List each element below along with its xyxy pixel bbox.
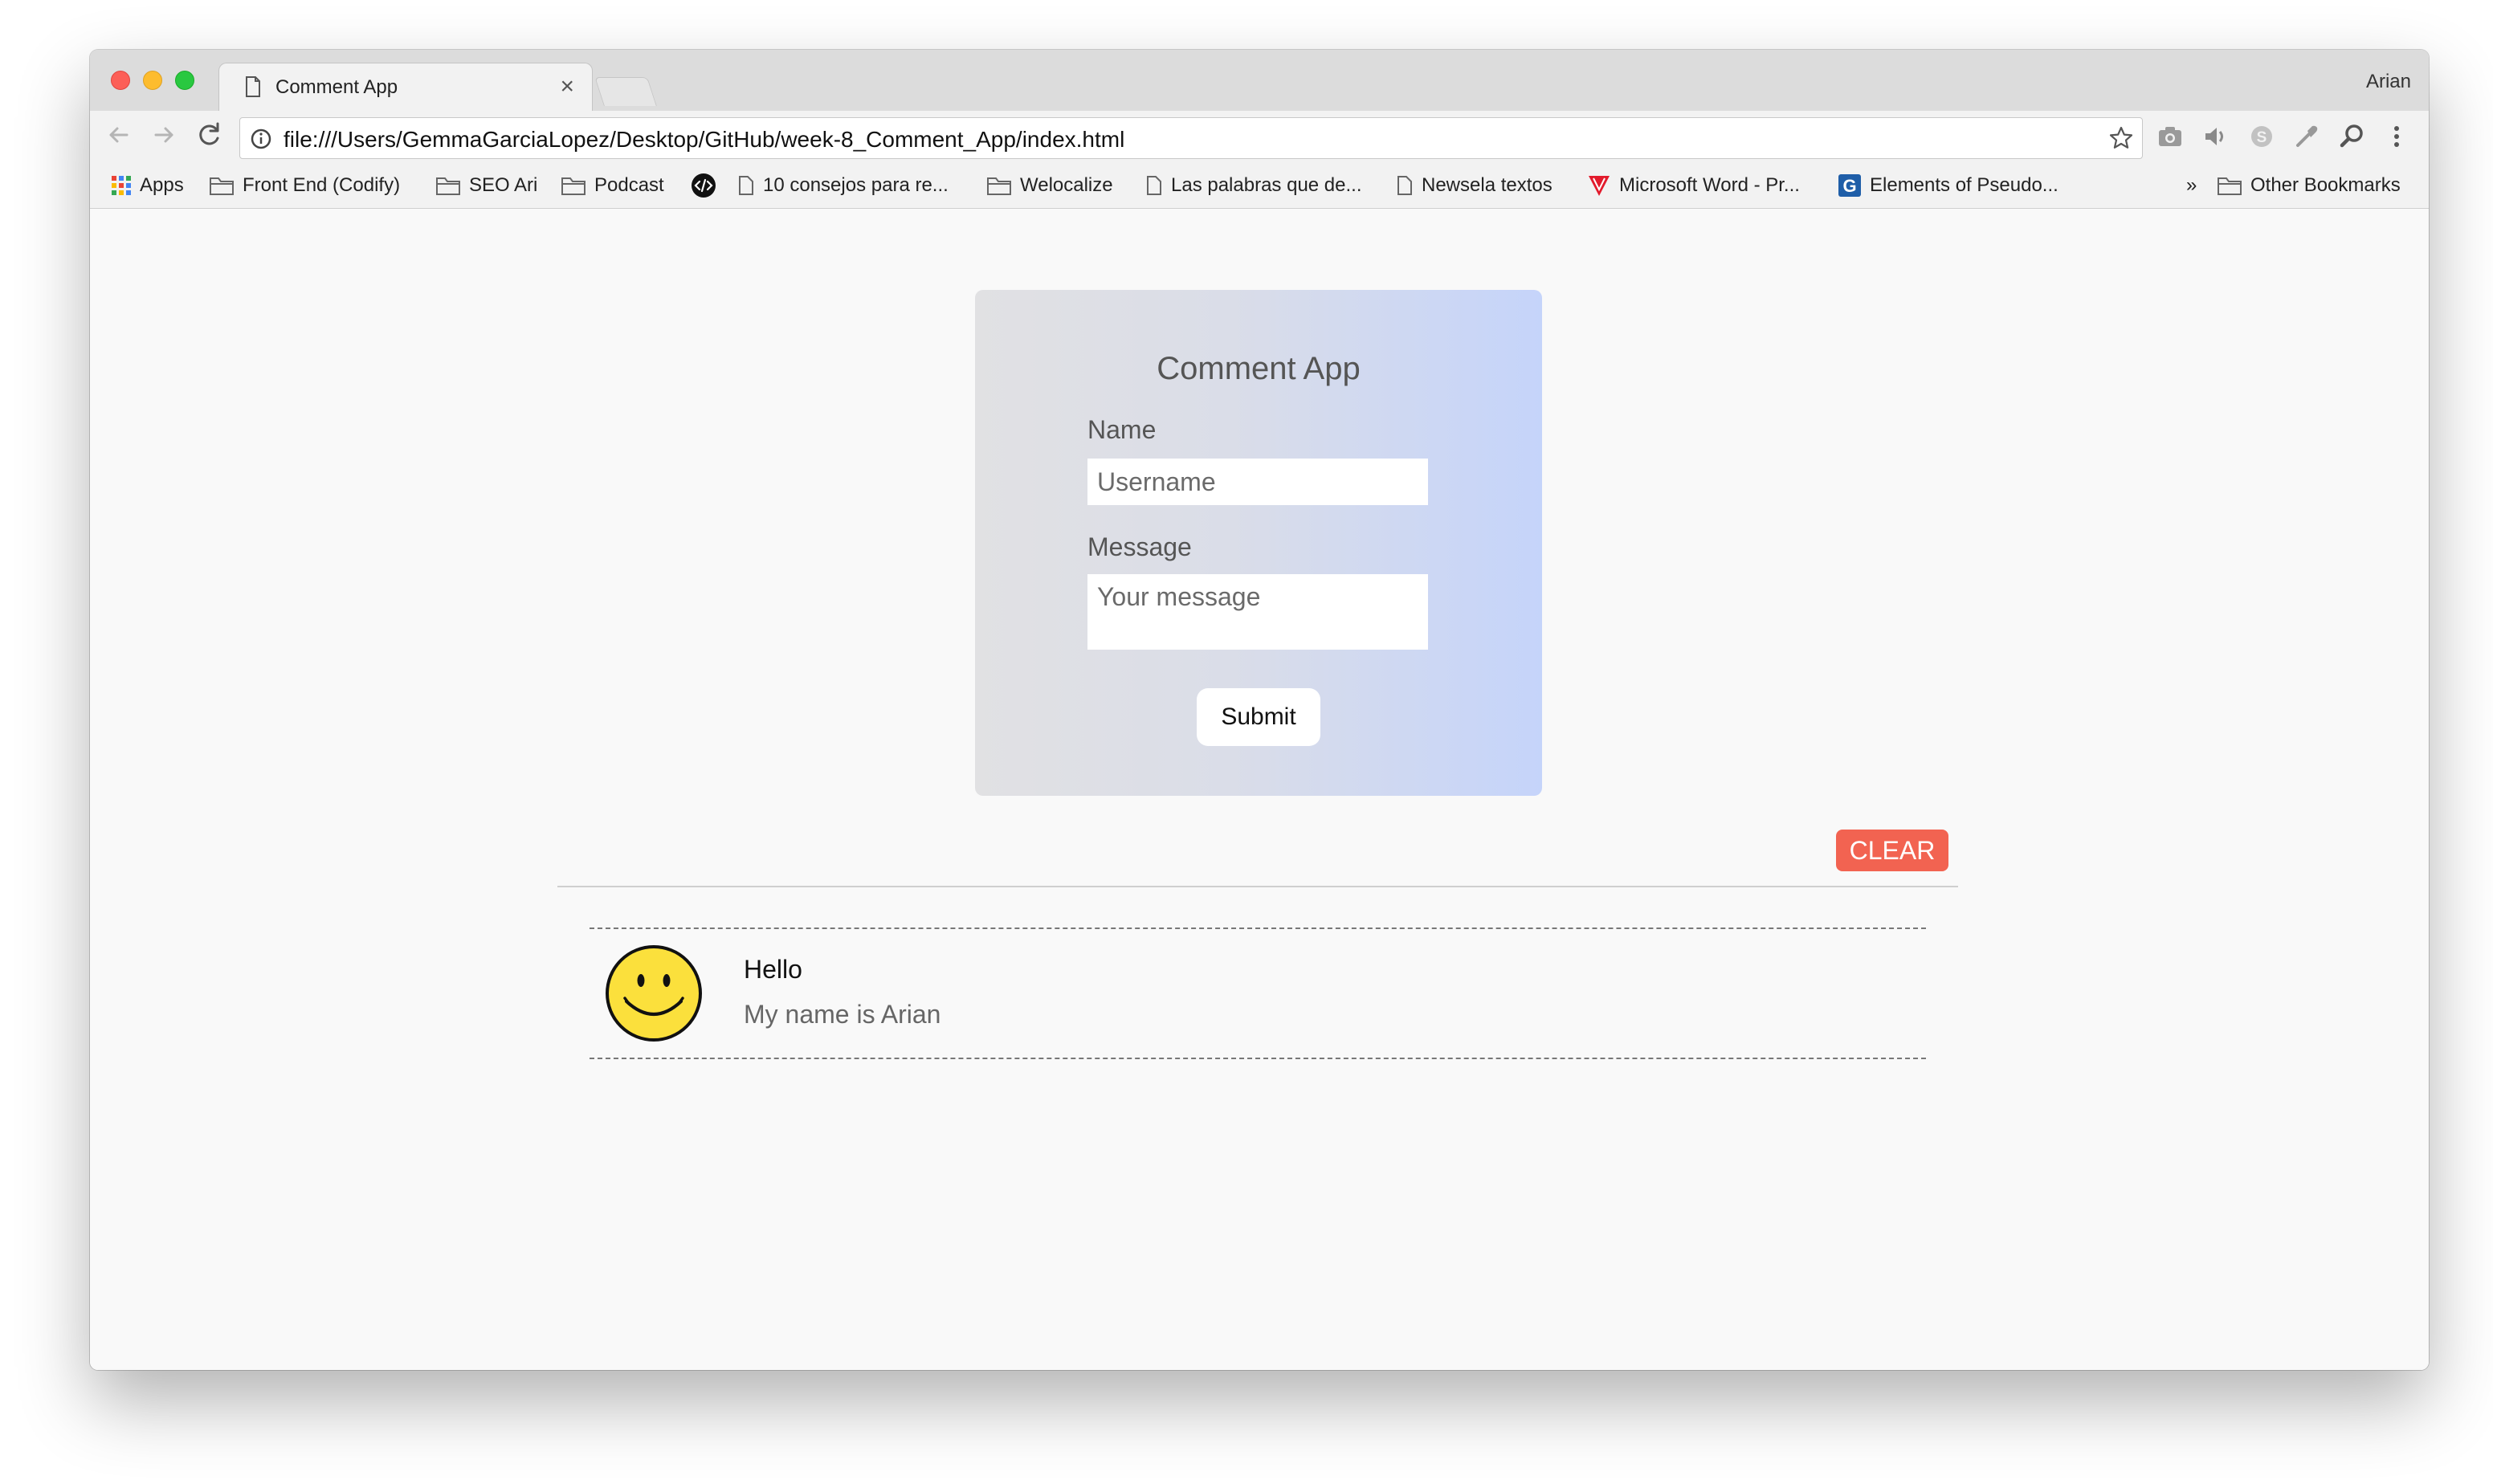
eyedropper-icon[interactable] <box>2291 120 2323 153</box>
page-icon <box>1397 176 1412 195</box>
folder-icon <box>436 177 460 195</box>
bookmark-other-bookmarks[interactable]: Other Bookmarks <box>2217 173 2401 198</box>
browser-toolbar: file:///Users/GemmaGarciaLopez/Desktop/G… <box>90 111 2429 162</box>
name-label: Name <box>1087 415 1157 444</box>
page-icon <box>246 76 260 97</box>
magnifier-icon[interactable] <box>2336 120 2368 153</box>
bookmark-code[interactable] <box>691 173 716 198</box>
smiley-face-icon <box>606 945 702 1042</box>
close-window-button[interactable] <box>111 71 130 90</box>
page-icon <box>739 176 753 195</box>
profile-name[interactable]: Arian <box>2366 71 2411 93</box>
minimize-window-button[interactable] <box>143 71 162 90</box>
folder-icon <box>210 177 234 195</box>
comment-body: My name is Arian <box>744 1000 941 1029</box>
comment-title: Hello <box>744 955 802 984</box>
browser-window: Comment App × Arian file:///Users/GemmaG… <box>90 50 2429 1370</box>
submit-button[interactable]: Submit <box>1197 688 1320 746</box>
tab-strip: Comment App × Arian <box>90 50 2429 112</box>
zoom-window-button[interactable] <box>175 71 194 90</box>
form-title: Comment App <box>1157 351 1361 386</box>
vivaldi-icon <box>1589 176 1610 196</box>
forward-arrow-icon[interactable] <box>148 119 180 151</box>
reload-icon[interactable] <box>193 119 225 151</box>
bookmark-las-palabras[interactable]: Las palabras que de... <box>1145 173 1362 198</box>
bookmark-seo-ari[interactable]: SEO Ari <box>435 173 537 198</box>
tab-comment-app[interactable]: Comment App × <box>218 63 593 112</box>
bookmark-podcast[interactable]: Podcast <box>561 173 664 198</box>
info-icon[interactable] <box>250 128 272 150</box>
message-label: Message <box>1087 532 1192 561</box>
bookmark-elements-of-pseudo[interactable]: G Elements of Pseudo... <box>1838 173 2058 198</box>
page-icon <box>1147 176 1161 195</box>
comment-form-card: Comment App Name Message Submit <box>975 290 1542 796</box>
new-tab-button[interactable] <box>594 77 657 106</box>
code-icon <box>692 173 716 198</box>
folder-icon <box>561 177 586 195</box>
skype-icon[interactable]: S <box>2246 120 2278 153</box>
divider <box>557 886 1958 887</box>
menu-dots-icon[interactable] <box>2381 120 2413 153</box>
folder-icon <box>987 177 1011 195</box>
bookmark-microsoft-word[interactable]: Microsoft Word - Pr... <box>1587 173 1800 198</box>
svg-text:G: G <box>1842 176 1856 196</box>
bookmarks-overflow-chevron[interactable]: » <box>2186 173 2197 198</box>
tab-close-icon[interactable]: × <box>560 73 574 100</box>
folder-icon <box>2218 177 2242 195</box>
audio-icon[interactable] <box>2199 120 2231 153</box>
clear-button[interactable]: CLEAR <box>1836 830 1948 871</box>
comment-item: Hello My name is Arian <box>590 928 1926 1059</box>
name-input[interactable] <box>1087 459 1428 505</box>
bookmark-apps[interactable]: Apps <box>111 173 184 198</box>
back-arrow-icon[interactable] <box>103 119 135 151</box>
page-content: Comment App Name Message Submit CLEAR He… <box>90 210 2429 1370</box>
bookmark-welocalize[interactable]: Welocalize <box>986 173 1113 198</box>
bookmark-newsela-textos[interactable]: Newsela textos <box>1396 173 1553 198</box>
star-icon[interactable] <box>2108 125 2134 151</box>
camera-icon[interactable] <box>2154 120 2186 153</box>
address-bar[interactable]: file:///Users/GemmaGarciaLopez/Desktop/G… <box>239 117 2143 159</box>
bookmark-front-end-codify[interactable]: Front End (Codify) <box>209 173 400 198</box>
g-icon: G <box>1838 174 1861 197</box>
bookmarks-bar: Apps Front End (Codify) SEO Ari Podcast <box>90 162 2429 209</box>
bookmark-10-consejos[interactable]: 10 consejos para re... <box>737 173 949 198</box>
url-text[interactable]: file:///Users/GemmaGarciaLopez/Desktop/G… <box>284 127 1124 153</box>
tab-title: Comment App <box>275 76 398 98</box>
message-input[interactable] <box>1087 574 1428 650</box>
apps-grid-icon <box>112 176 131 195</box>
svg-text:S: S <box>2257 129 2267 146</box>
